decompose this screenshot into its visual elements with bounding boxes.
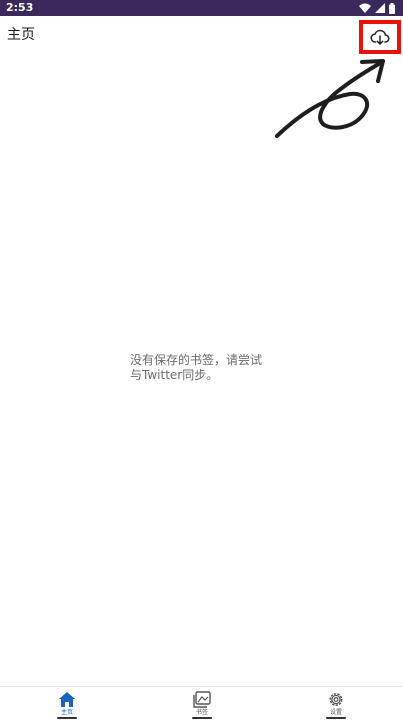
empty-state-line-2: 与Twitter同步。 [130, 368, 219, 382]
nav-label-bookmarks: 书签 [195, 709, 208, 716]
home-icon [59, 692, 75, 707]
nav-indicator [192, 717, 212, 719]
status-time: 2:53 [6, 1, 34, 14]
empty-state-line-1: 没有保存的书签，请尝试 [130, 353, 263, 367]
nav-indicator [326, 717, 346, 719]
app-bar: 主页 [0, 16, 403, 56]
battery-icon [389, 2, 395, 14]
nav-item-bookmarks[interactable]: 书签 [172, 687, 232, 721]
page-title: 主页 [7, 27, 35, 43]
status-icons [359, 2, 395, 14]
nav-label-home: 主页 [60, 709, 73, 716]
empty-state-message: 没有保存的书签，请尝试 与Twitter同步。 [130, 353, 280, 383]
nav-active-indicator [57, 717, 77, 719]
gallery-icon [193, 691, 211, 708]
wifi-icon [359, 3, 371, 13]
status-bar: 2:53 [0, 0, 403, 16]
gear-icon [329, 693, 343, 706]
nav-label-settings: 设置 [329, 709, 342, 716]
hand-drawn-arrow-icon [275, 59, 385, 138]
cloud-download-icon [370, 29, 390, 45]
nav-item-settings[interactable]: 设置 [306, 687, 366, 721]
sync-twitter-button[interactable] [359, 20, 401, 54]
bottom-nav: 主页 书签 设置 [0, 686, 403, 721]
signal-icon [375, 3, 385, 13]
nav-item-home[interactable]: 主页 [37, 687, 97, 721]
